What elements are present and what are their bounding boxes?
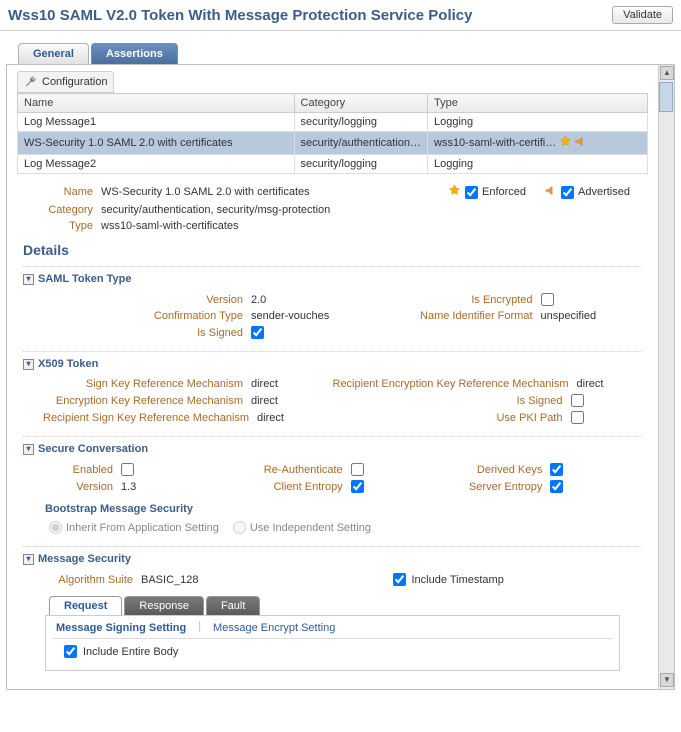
saml-version-label: Version [43, 294, 243, 306]
type-label: Type [35, 220, 93, 232]
chevron-down-icon[interactable]: ▾ [23, 274, 34, 285]
x509-recenc-label: Recipient Encryption Key Reference Mecha… [333, 378, 569, 390]
col-category[interactable]: Category [294, 94, 427, 113]
details-heading: Details [23, 242, 642, 258]
algo-value: BASIC_128 [141, 574, 198, 586]
secure-enabled-checkbox[interactable] [121, 463, 134, 476]
algo-label: Algorithm Suite [43, 574, 133, 586]
tab-fault[interactable]: Fault [206, 596, 260, 615]
secure-enabled-label: Enabled [43, 464, 113, 476]
enforced-label: Enforced [482, 186, 526, 198]
x509-pki-checkbox[interactable] [571, 411, 584, 424]
section-saml-title: SAML Token Type [38, 273, 132, 285]
assertions-table: Name Category Type Log Message1security/… [17, 93, 648, 174]
chevron-down-icon[interactable]: ▾ [23, 359, 34, 370]
secure-client-checkbox[interactable] [351, 480, 364, 493]
chevron-down-icon[interactable]: ▾ [23, 554, 34, 565]
saml-nif-value: unspecified [541, 310, 597, 322]
type-value: wss10-saml-with-certificates [101, 220, 239, 232]
name-label: Name [35, 186, 93, 198]
subtab-encrypt[interactable]: Message Encrypt Setting [209, 620, 339, 636]
secure-version-value: 1.3 [121, 481, 136, 493]
independent-radio[interactable]: Use Independent Setting [233, 521, 371, 534]
validate-button[interactable]: Validate [612, 6, 673, 24]
saml-signed-checkbox[interactable] [251, 326, 264, 339]
chevron-down-icon[interactable]: ▾ [23, 444, 34, 455]
saml-conf-value: sender-vouches [251, 310, 329, 322]
scroll-up-icon[interactable]: ▲ [660, 66, 674, 80]
scroll-down-icon[interactable]: ▼ [660, 673, 674, 687]
table-row[interactable]: Log Message1security/loggingLogging [18, 113, 648, 132]
x509-recenc-value: direct [577, 378, 604, 390]
divider: | [198, 620, 201, 636]
entirebody-checkbox[interactable] [64, 645, 77, 658]
x509-signed-checkbox[interactable] [571, 394, 584, 407]
tab-general[interactable]: General [18, 43, 89, 64]
secure-derived-checkbox[interactable] [550, 463, 563, 476]
secure-server-label: Server Entropy [422, 481, 542, 493]
saml-signed-label: Is Signed [43, 327, 243, 339]
tab-assertions[interactable]: Assertions [91, 43, 178, 64]
secure-server-checkbox[interactable] [550, 480, 563, 493]
configuration-toolbar[interactable]: Configuration [17, 71, 114, 93]
subtab-signing[interactable]: Message Signing Setting [52, 620, 190, 636]
x509-pki-label: Use PKI Path [333, 412, 563, 424]
scroll-thumb[interactable] [659, 82, 673, 112]
star-icon [448, 184, 461, 200]
table-row[interactable]: WS-Security 1.0 SAML 2.0 with certificat… [18, 132, 648, 155]
bootstrap-heading: Bootstrap Message Security [45, 503, 620, 515]
saml-conf-label: Confirmation Type [43, 310, 243, 322]
section-msgsec-title: Message Security [38, 553, 131, 565]
entirebody-label: Include Entire Body [83, 646, 178, 658]
timestamp-label: Include Timestamp [412, 574, 504, 586]
saml-encrypted-checkbox[interactable] [541, 293, 554, 306]
inherit-radio[interactable]: Inherit From Application Setting [49, 521, 219, 534]
advertised-label: Advertised [578, 186, 630, 198]
tab-request[interactable]: Request [49, 596, 122, 615]
vertical-scrollbar[interactable]: ▲ ▼ [658, 65, 674, 689]
enforced-checkbox[interactable] [465, 186, 478, 199]
horn-icon [544, 184, 557, 200]
saml-nif-label: Name Identifier Format [333, 310, 533, 322]
x509-signkey-value: direct [251, 378, 278, 390]
x509-enckey-label: Encryption Key Reference Mechanism [43, 395, 243, 407]
col-name[interactable]: Name [18, 94, 295, 113]
secure-reauth-checkbox[interactable] [351, 463, 364, 476]
tab-response[interactable]: Response [124, 596, 204, 615]
configuration-label: Configuration [42, 76, 107, 88]
section-secure-title: Secure Conversation [38, 443, 148, 455]
table-row[interactable]: Log Message2security/loggingLogging [18, 155, 648, 174]
x509-recsign-value: direct [257, 412, 284, 424]
x509-enckey-value: direct [251, 395, 278, 407]
category-label: Category [35, 204, 93, 216]
secure-reauth-label: Re-Authenticate [223, 464, 343, 476]
name-value: WS-Security 1.0 SAML 2.0 with certificat… [101, 186, 310, 198]
page-title: Wss10 SAML V2.0 Token With Message Prote… [8, 7, 472, 24]
x509-signkey-label: Sign Key Reference Mechanism [43, 378, 243, 390]
advertised-checkbox[interactable] [561, 186, 574, 199]
x509-signed-label: Is Signed [333, 395, 563, 407]
x509-recsign-label: Recipient Sign Key Reference Mechanism [43, 412, 249, 424]
saml-version-value: 2.0 [251, 294, 266, 306]
wrench-icon [24, 75, 38, 89]
star-icon [559, 135, 572, 151]
col-type[interactable]: Type [428, 94, 648, 113]
timestamp-checkbox[interactable] [393, 573, 406, 586]
secure-client-label: Client Entropy [223, 481, 343, 493]
section-x509-title: X509 Token [38, 358, 98, 370]
category-value: security/authentication, security/msg-pr… [101, 204, 330, 216]
secure-derived-label: Derived Keys [422, 464, 542, 476]
secure-version-label: Version [43, 481, 113, 493]
horn-icon [574, 135, 587, 151]
saml-encrypted-label: Is Encrypted [333, 294, 533, 306]
